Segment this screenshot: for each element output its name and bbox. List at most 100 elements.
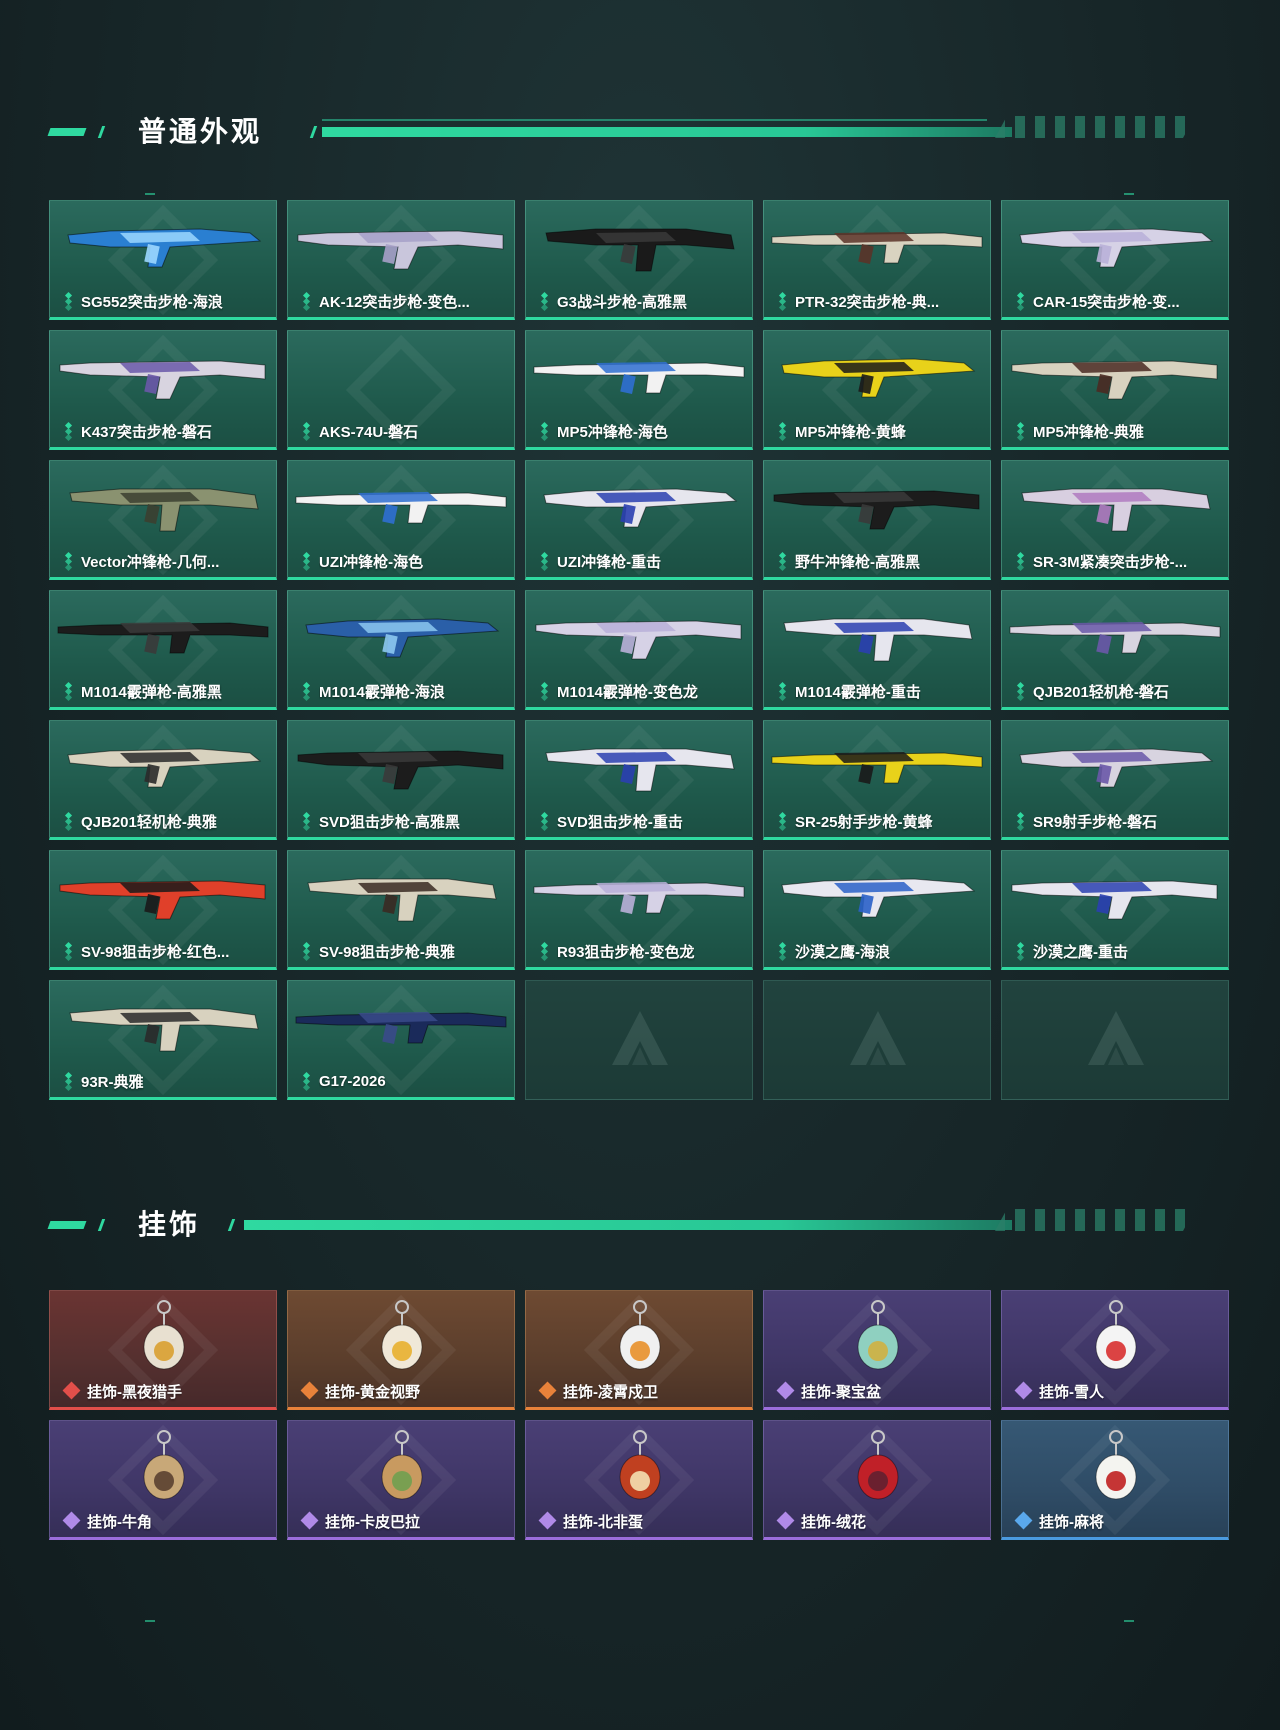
charm-grid: 挂饰-黑夜猎手 挂饰-黄金视野 挂饰-凌霄戍卫 挂饰-聚宝盆 挂饰-雪人挂饰-牛角 挂饰-… bbox=[49, 1290, 1231, 1540]
card-label-row: 93R-典雅 bbox=[64, 1071, 268, 1092]
rarity-dots-icon bbox=[540, 291, 550, 312]
weapon-image bbox=[545, 228, 735, 272]
weapon-skin-card[interactable]: M1014霰弹枪-海浪 bbox=[287, 590, 515, 710]
weapon-skin-card[interactable]: G3战斗步枪-高雅黑 bbox=[525, 200, 753, 320]
card-label-row: SV-98狙击步枪-典雅 bbox=[302, 941, 506, 962]
header-accent-tick bbox=[97, 1219, 106, 1231]
weapon-skin-card[interactable]: SV-98狙击步枪-红色... bbox=[49, 850, 277, 970]
card-label-row: QJB201轻机枪-磐石 bbox=[1016, 681, 1220, 702]
rarity-dots-icon bbox=[1016, 811, 1026, 832]
card-label-row: 挂饰-黄金视野 bbox=[300, 1381, 506, 1401]
weapon-skin-card[interactable]: SVD狙击步枪-高雅黑 bbox=[287, 720, 515, 840]
section-header: 挂饰 bbox=[0, 1193, 1280, 1253]
weapon-skin-name: M1014霰弹枪-重击 bbox=[795, 683, 921, 701]
weapon-skin-card[interactable]: AK-12突击步枪-变色... bbox=[287, 200, 515, 320]
rarity-dots-icon bbox=[302, 551, 312, 572]
card-label-row: 挂饰-牛角 bbox=[62, 1511, 268, 1531]
rarity-dots-icon bbox=[64, 421, 74, 442]
weapon-skin-card[interactable]: R93狙击步枪-变色龙 bbox=[525, 850, 753, 970]
placeholder-logo-icon bbox=[850, 1011, 906, 1065]
card-label-row: UZI冲锋枪-重击 bbox=[540, 551, 744, 572]
card-label-row: CAR-15突击步枪-变... bbox=[1016, 291, 1220, 312]
weapon-skin-name: G17-2026 bbox=[319, 1072, 386, 1090]
card-label-row: 挂饰-麻将 bbox=[1014, 1511, 1220, 1531]
charm-image bbox=[619, 1430, 661, 1500]
charms-section: 挂饰 挂饰-黑夜猎手 挂饰-黄金视野 挂饰-凌霄戍卫 挂饰-聚宝盆 挂饰-雪人挂饰-牛角… bbox=[0, 1193, 1280, 1622]
charm-card[interactable]: 挂饰-黑夜猎手 bbox=[49, 1290, 277, 1410]
weapon-skin-card[interactable]: Vector冲锋枪-几何... bbox=[49, 460, 277, 580]
card-label-row: PTR-32突击步枪-典... bbox=[778, 291, 982, 312]
weapon-skin-card[interactable]: SG552突击步枪-海浪 bbox=[49, 200, 277, 320]
weapon-image bbox=[1011, 360, 1218, 400]
rarity-dots-icon bbox=[778, 421, 788, 442]
weapon-skin-card[interactable]: MP5冲锋枪-黄蜂 bbox=[763, 330, 991, 450]
charm-card[interactable]: 挂饰-麻将 bbox=[1001, 1420, 1229, 1540]
rarity-dots-icon bbox=[540, 681, 550, 702]
weapon-skin-card[interactable]: K437突击步枪-磐石 bbox=[49, 330, 277, 450]
charm-name: 挂饰-麻将 bbox=[1039, 1513, 1104, 1531]
weapon-skin-card[interactable]: 93R-典雅 bbox=[49, 980, 277, 1100]
card-label-row: UZI冲锋枪-海色 bbox=[302, 551, 506, 572]
weapon-skin-card[interactable]: 野牛冲锋枪-高雅黑 bbox=[763, 460, 991, 580]
weapon-skin-card[interactable]: 沙漠之鹰-海浪 bbox=[763, 850, 991, 970]
header-line-tick bbox=[227, 1219, 236, 1231]
weapon-skin-name: QJB201轻机枪-典雅 bbox=[81, 813, 217, 831]
weapon-image bbox=[773, 490, 980, 530]
weapon-skin-card[interactable]: M1014霰弹枪-重击 bbox=[763, 590, 991, 710]
weapon-skin-card[interactable]: M1014霰弹枪-高雅黑 bbox=[49, 590, 277, 710]
rarity-diamond-icon bbox=[776, 1511, 795, 1530]
weapon-skin-card[interactable]: CAR-15突击步枪-变... bbox=[1001, 200, 1229, 320]
charm-card[interactable]: 挂饰-凌霄戍卫 bbox=[525, 1290, 753, 1410]
weapon-skin-card[interactable]: M1014霰弹枪-变色龙 bbox=[525, 590, 753, 710]
charm-card[interactable]: 挂饰-聚宝盆 bbox=[763, 1290, 991, 1410]
charm-card[interactable]: 挂饰-北非蛋 bbox=[525, 1420, 753, 1540]
rarity-diamond-icon bbox=[1014, 1381, 1033, 1400]
section-title: 普通外观 bbox=[138, 116, 263, 147]
weapon-skins-section: 普通外观 SG552突击步枪-海浪 AK-12突击步枪-变色... G3战斗步枪-高… bbox=[0, 100, 1280, 1100]
charm-image bbox=[1095, 1300, 1137, 1370]
card-label-row: 野牛冲锋枪-高雅黑 bbox=[778, 551, 982, 572]
weapon-skin-card[interactable]: MP5冲锋枪-海色 bbox=[525, 330, 753, 450]
weapon-skin-card[interactable]: UZI冲锋枪-重击 bbox=[525, 460, 753, 580]
charm-name: 挂饰-牛角 bbox=[87, 1513, 152, 1531]
card-label-row: MP5冲锋枪-海色 bbox=[540, 421, 744, 442]
rarity-dots-icon bbox=[302, 811, 312, 832]
rarity-diamond-icon bbox=[1014, 1511, 1033, 1530]
weapon-image bbox=[1011, 880, 1218, 920]
weapon-skin-card[interactable]: SR-25射手步枪-黄蜂 bbox=[763, 720, 991, 840]
card-label-row: QJB201轻机枪-典雅 bbox=[64, 811, 268, 832]
weapon-skin-card[interactable]: SR-3M紧凑突击步枪-... bbox=[1001, 460, 1229, 580]
weapon-skin-card[interactable]: AKS-74U-磐石 bbox=[287, 330, 515, 450]
weapon-skin-card[interactable]: SR9射手步枪-磐石 bbox=[1001, 720, 1229, 840]
charm-card[interactable]: 挂饰-卡皮巴拉 bbox=[287, 1420, 515, 1540]
weapon-skin-card[interactable]: MP5冲锋枪-典雅 bbox=[1001, 330, 1229, 450]
rarity-diamond-icon bbox=[62, 1381, 81, 1400]
charm-card[interactable]: 挂饰-黄金视野 bbox=[287, 1290, 515, 1410]
placeholder-logo-icon bbox=[1088, 1011, 1144, 1065]
charm-card[interactable]: 挂饰-绒花 bbox=[763, 1420, 991, 1540]
weapon-skin-card[interactable]: G17-2026 bbox=[287, 980, 515, 1100]
card-label-row: 挂饰-卡皮巴拉 bbox=[300, 1511, 506, 1531]
weapon-image bbox=[307, 878, 497, 922]
weapon-skin-card[interactable]: QJB201轻机枪-典雅 bbox=[49, 720, 277, 840]
weapon-skin-card[interactable]: QJB201轻机枪-磐石 bbox=[1001, 590, 1229, 710]
weapon-skin-card[interactable]: PTR-32突击步枪-典... bbox=[763, 200, 991, 320]
card-label-row: SR9射手步枪-磐石 bbox=[1016, 811, 1220, 832]
weapon-skin-name: SV-98狙击步枪-典雅 bbox=[319, 943, 455, 961]
weapon-skin-name: M1014霰弹枪-海浪 bbox=[319, 683, 445, 701]
weapon-skin-card[interactable]: SV-98狙击步枪-典雅 bbox=[287, 850, 515, 970]
weapon-image bbox=[297, 230, 504, 270]
charm-card[interactable]: 挂饰-雪人 bbox=[1001, 1290, 1229, 1410]
charm-card[interactable]: 挂饰-牛角 bbox=[49, 1420, 277, 1540]
rarity-dots-icon bbox=[302, 291, 312, 312]
weapon-image bbox=[59, 360, 266, 400]
weapon-skin-card[interactable]: 沙漠之鹰-重击 bbox=[1001, 850, 1229, 970]
weapon-image bbox=[69, 1008, 259, 1052]
weapon-skin-name: SVD狙击步枪-重击 bbox=[557, 813, 683, 831]
header-accent-dash bbox=[47, 128, 87, 136]
weapon-skin-card[interactable]: SVD狙击步枪-重击 bbox=[525, 720, 753, 840]
weapon-skin-card[interactable]: UZI冲锋枪-海色 bbox=[287, 460, 515, 580]
rarity-diamond-icon bbox=[538, 1511, 557, 1530]
card-label-row: G3战斗步枪-高雅黑 bbox=[540, 291, 744, 312]
card-label-row: 挂饰-雪人 bbox=[1014, 1381, 1220, 1401]
